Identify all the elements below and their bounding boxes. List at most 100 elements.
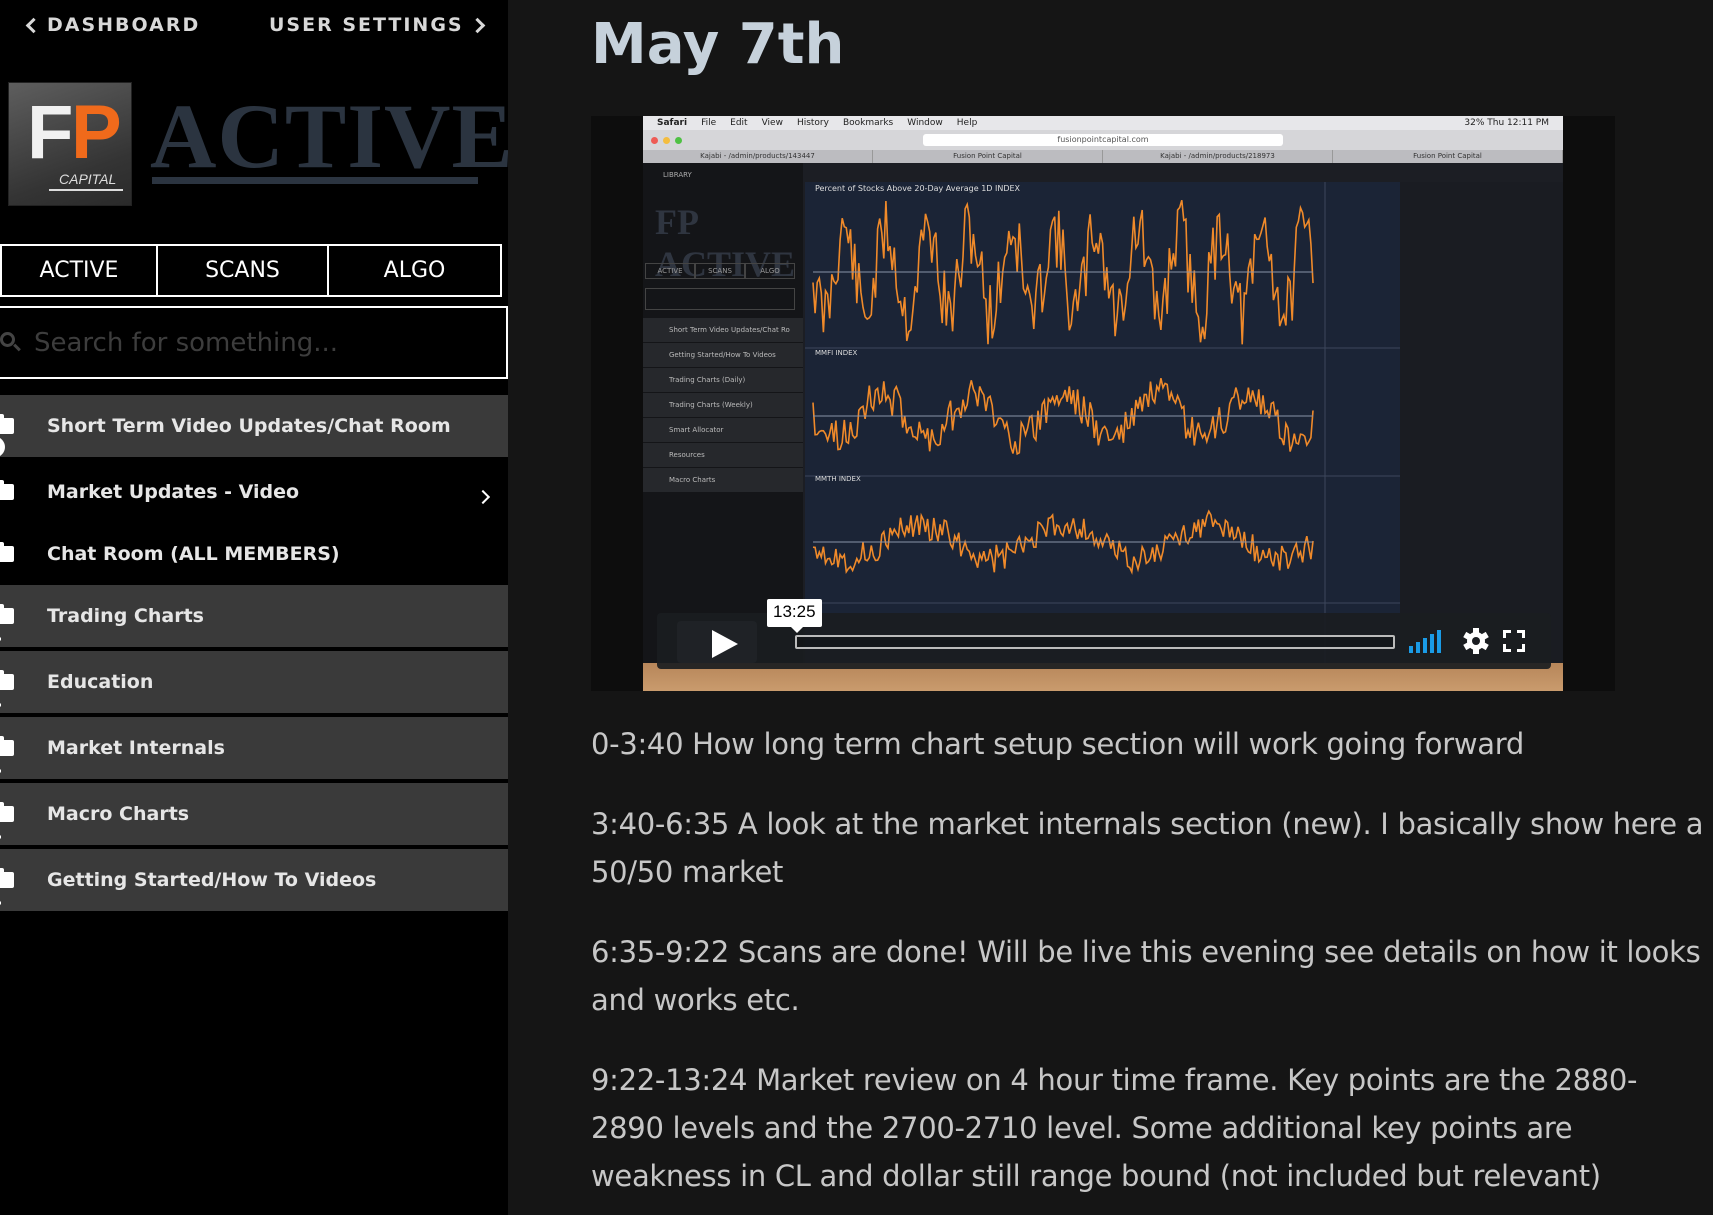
menu-item-label: Market Updates - Video bbox=[47, 481, 300, 503]
folder-icon bbox=[0, 670, 14, 690]
logo-wordmark: ACTIVE bbox=[150, 85, 508, 187]
brand-logo: F P CAPITAL ACTIVE bbox=[8, 82, 508, 212]
video-player[interactable]: Safari File Edit View History Bookmarks … bbox=[591, 116, 1615, 691]
logo-caption: CAPITAL bbox=[59, 171, 117, 187]
tab-scans[interactable]: SCANS bbox=[158, 244, 329, 297]
menu-item-macro-charts[interactable]: Macro Charts bbox=[0, 783, 508, 845]
logo-badge: F P CAPITAL bbox=[8, 82, 132, 206]
app: DASHBOARD USER SETTINGS F P CAPITAL ACTI… bbox=[0, 0, 1713, 1215]
chart-title: MMFI INDEX bbox=[815, 349, 858, 357]
top-nav: DASHBOARD USER SETTINGS bbox=[0, 12, 508, 44]
dashboard-link-label: DASHBOARD bbox=[47, 14, 201, 36]
logo-letter-p: P bbox=[71, 90, 122, 175]
main-content: May 7th Safari File Edit View History Bo… bbox=[508, 0, 1713, 1215]
inner-menu-item: Short Term Video Updates/Chat Ro bbox=[643, 318, 803, 342]
minimize-dot-icon bbox=[663, 137, 670, 144]
inner-search bbox=[645, 288, 795, 310]
play-button[interactable] bbox=[677, 621, 757, 663]
inner-menu-item: Trading Charts (Weekly) bbox=[643, 393, 803, 417]
menubar-item: File bbox=[701, 118, 717, 128]
menubar-item: History bbox=[796, 118, 829, 128]
menubar-item: Help bbox=[956, 118, 978, 128]
fullscreen-icon[interactable] bbox=[1503, 630, 1525, 652]
chart-title: MMTH INDEX bbox=[815, 475, 861, 483]
expand-plus-icon[interactable] bbox=[0, 696, 1, 713]
folder-icon bbox=[0, 480, 14, 500]
inner-menu: Short Term Video Updates/Chat Ro Getting… bbox=[643, 318, 803, 493]
menu-item-getting-started[interactable]: Getting Started/How To Videos bbox=[0, 849, 508, 911]
dashboard-link[interactable]: DASHBOARD bbox=[25, 14, 201, 36]
video-notes: 0-3:40 How long term chart setup section… bbox=[591, 720, 1706, 1215]
folder-icon bbox=[0, 604, 14, 624]
note-paragraph: 3:40-6:35 A look at the market internals… bbox=[591, 807, 1704, 889]
maximize-dot-icon bbox=[675, 137, 682, 144]
settings-gear-icon[interactable] bbox=[1463, 628, 1489, 654]
collapse-icon[interactable] bbox=[0, 436, 5, 457]
menu-item-chat-room[interactable]: Chat Room (ALL MEMBERS) bbox=[0, 523, 508, 585]
browser-tab: Kajabi - /admin/products/143447 bbox=[643, 150, 873, 163]
folder-icon bbox=[0, 868, 14, 888]
video-browser-toolbar: fusionpointcapital.com bbox=[643, 130, 1563, 150]
folder-icon bbox=[0, 542, 14, 562]
menu-item-label: Getting Started/How To Videos bbox=[47, 869, 377, 891]
note-paragraph: 6:35-9:22 Scans are done! Will be live t… bbox=[591, 935, 1701, 1017]
browser-tab: Fusion Point Capital bbox=[1333, 150, 1563, 163]
inner-tab: ALGO bbox=[745, 263, 795, 279]
menubar-item: Window bbox=[907, 118, 943, 128]
folder-icon bbox=[0, 736, 14, 756]
menu-item-trading-charts[interactable]: Trading Charts bbox=[0, 585, 508, 647]
menu-item-market-internals[interactable]: Market Internals bbox=[0, 717, 508, 779]
chevron-left-icon bbox=[25, 17, 42, 33]
inner-menu-item: Macro Charts bbox=[643, 468, 803, 492]
menu-item-label: Trading Charts bbox=[47, 605, 204, 627]
search-box bbox=[0, 306, 508, 379]
page-title: May 7th bbox=[591, 12, 845, 77]
quality-signal-icon[interactable] bbox=[1409, 629, 1449, 653]
logo-letter-f: F bbox=[27, 90, 74, 175]
menubar-item: Safari bbox=[657, 118, 688, 128]
inner-menu-item: Trading Charts (Daily) bbox=[643, 368, 803, 392]
close-dot-icon bbox=[651, 137, 658, 144]
inner-menu-item: Smart Allocator bbox=[643, 418, 803, 442]
browser-tab: Kajabi - /admin/products/218973 bbox=[1103, 150, 1333, 163]
chevron-right-icon[interactable] bbox=[475, 489, 491, 505]
menu-item-short-term-video-updates[interactable]: Short Term Video Updates/Chat Room bbox=[0, 395, 508, 457]
user-settings-link-label: USER SETTINGS bbox=[269, 14, 464, 36]
search-input[interactable] bbox=[34, 327, 474, 358]
menubar-item: View bbox=[761, 118, 783, 128]
expand-plus-icon[interactable] bbox=[0, 828, 1, 845]
chart-title: Percent of Stocks Above 20-Day Average 1… bbox=[815, 184, 1021, 193]
logo-wordmark-underline bbox=[152, 177, 478, 184]
menu-item-label: Education bbox=[47, 671, 154, 693]
inner-menu-item: Resources bbox=[643, 443, 803, 467]
folder-icon bbox=[0, 802, 14, 822]
menubar-item: Bookmarks bbox=[842, 118, 894, 128]
menu-item-label: Market Internals bbox=[47, 737, 225, 759]
tab-algo[interactable]: ALGO bbox=[329, 244, 502, 297]
folder-icon bbox=[0, 414, 14, 434]
inner-tab: ACTIVE bbox=[645, 263, 695, 279]
sidebar: DASHBOARD USER SETTINGS F P CAPITAL ACTI… bbox=[0, 0, 508, 1215]
video-url-bar: fusionpointcapital.com bbox=[923, 134, 1283, 146]
video-mac-menubar: Safari File Edit View History Bookmarks … bbox=[643, 116, 1563, 130]
menu-item-market-updates-video[interactable]: Market Updates - Video bbox=[0, 461, 508, 523]
menu-item-label: Short Term Video Updates/Chat Room bbox=[47, 415, 451, 437]
note-paragraph: 0-3:40 How long term chart setup section… bbox=[591, 727, 1524, 761]
user-settings-link[interactable]: USER SETTINGS bbox=[269, 14, 485, 36]
inner-menu-item: Getting Started/How To Videos bbox=[643, 343, 803, 367]
expand-plus-icon[interactable] bbox=[0, 630, 1, 647]
menu-item-label: Macro Charts bbox=[47, 803, 190, 825]
video-progress-bar[interactable] bbox=[795, 635, 1395, 649]
tab-active[interactable]: ACTIVE bbox=[0, 244, 158, 297]
menu-item-education[interactable]: Education bbox=[0, 651, 508, 713]
search-icon bbox=[0, 331, 22, 354]
chevron-right-icon bbox=[469, 17, 485, 33]
inner-tab: SCANS bbox=[695, 263, 745, 279]
category-menu: Short Term Video Updates/Chat Room Marke… bbox=[0, 395, 508, 915]
video-duration-badge: 13:25 bbox=[767, 599, 822, 633]
expand-plus-icon[interactable] bbox=[0, 894, 1, 911]
menubar-clock: 32% Thu 12:11 PM bbox=[1464, 118, 1549, 128]
expand-plus-icon[interactable] bbox=[0, 762, 1, 779]
note-paragraph: 9:22-13:24 Market review on 4 hour time … bbox=[591, 1063, 1638, 1193]
section-tabs: ACTIVE SCANS ALGO bbox=[0, 244, 502, 297]
